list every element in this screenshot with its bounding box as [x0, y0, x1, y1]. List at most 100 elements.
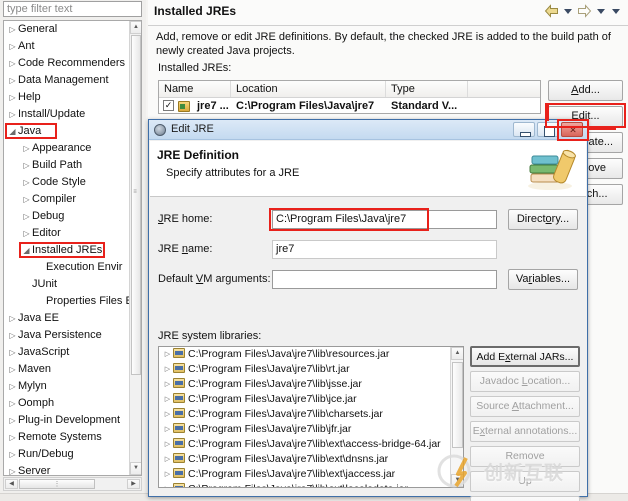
chevron-right-icon[interactable]: ▷	[7, 106, 18, 123]
jre-system-libraries-list[interactable]: ▷ C:\Program Files\Java\jre7\lib\resource…	[158, 346, 464, 488]
chevron-right-icon[interactable]: ▷	[162, 392, 173, 407]
list-item[interactable]: ▷ C:\Program Files\Java\jre7\lib\ext\loca…	[159, 482, 452, 487]
chevron-right-icon[interactable]: ▷	[162, 407, 173, 422]
sidebar-item-ant[interactable]: ▷ Ant	[4, 38, 131, 55]
chevron-right-icon[interactable]: ▷	[162, 377, 173, 392]
chevron-right-icon[interactable]: ▷	[7, 412, 18, 429]
sidebar-item-javascript[interactable]: ▷ JavaScript	[4, 344, 131, 361]
chevron-right-icon[interactable]: ▷	[7, 378, 18, 395]
sidebar-item-install-update[interactable]: ▷ Install/Update	[4, 106, 131, 123]
sidebar-item-appearance[interactable]: ▷ Appearance	[4, 140, 131, 157]
tree-horizontal-scrollbar[interactable]: ◀ ⋮ ▶	[3, 477, 142, 491]
libs-scroll-down-icon[interactable]: ▼	[451, 474, 463, 487]
sidebar-item-execution-envir[interactable]: Execution Envir	[4, 259, 131, 276]
list-item[interactable]: ▷ C:\Program Files\Java\jre7\lib\jce.jar	[159, 392, 452, 407]
jre-default-checkbox[interactable]: ✓	[163, 100, 174, 111]
chevron-right-icon[interactable]: ▷	[162, 362, 173, 377]
dialog-titlebar[interactable]: Edit JRE	[149, 120, 587, 140]
chevron-right-icon[interactable]: ▷	[7, 395, 18, 412]
sidebar-item-data-management[interactable]: ▷ Data Management	[4, 72, 131, 89]
sidebar-item-java[interactable]: ◢ Java	[4, 123, 131, 140]
list-item[interactable]: ▷ C:\Program Files\Java\jre7\lib\rt.jar	[159, 362, 452, 377]
sidebar-item-plug-in-development[interactable]: ▷ Plug-in Development	[4, 412, 131, 429]
sidebar-item-help[interactable]: ▷ Help	[4, 89, 131, 106]
libraries-scrollbar-thumb[interactable]	[452, 362, 463, 448]
add-external-jars-button[interactable]: Add External JARs...	[470, 346, 580, 367]
sidebar-item-java-persistence[interactable]: ▷ Java Persistence	[4, 327, 131, 344]
list-item[interactable]: ▷ C:\Program Files\Java\jre7\lib\charsets…	[159, 407, 452, 422]
chevron-right-icon[interactable]: ▷	[7, 72, 18, 89]
chevron-down-icon[interactable]: ◢	[7, 123, 18, 140]
forward-dropdown-icon[interactable]	[597, 8, 605, 14]
sidebar-item-maven[interactable]: ▷ Maven	[4, 361, 131, 378]
javadoc-location-button[interactable]: Javadoc Location...	[470, 371, 580, 392]
source-attachment-button[interactable]: Source Attachment...	[470, 396, 580, 417]
jre-name-input[interactable]: jre7	[272, 240, 497, 259]
back-dropdown-icon[interactable]	[564, 8, 572, 14]
chevron-down-icon[interactable]: ◢	[21, 242, 32, 259]
chevron-right-icon[interactable]: ▷	[162, 467, 173, 482]
chevron-right-icon[interactable]: ▷	[7, 55, 18, 72]
installed-jres-table[interactable]: Name Location Type ✓ jre7 ... C:\Program…	[158, 80, 541, 114]
close-icon[interactable]	[561, 122, 584, 137]
sidebar-item-run-debug[interactable]: ▷ Run/Debug	[4, 446, 131, 463]
minimize-icon[interactable]	[513, 122, 535, 137]
chevron-right-icon[interactable]: ▷	[7, 310, 18, 327]
sidebar-item-installed-jres[interactable]: ◢ Installed JREs	[4, 242, 131, 259]
chevron-right-icon[interactable]: ▷	[162, 347, 173, 362]
directory-button[interactable]: Directory...	[508, 209, 578, 230]
move-down-button[interactable]: Down	[470, 496, 580, 501]
chevron-right-icon[interactable]: ▷	[21, 225, 32, 242]
remove-library-button[interactable]: Remove	[470, 446, 580, 467]
view-menu-icon[interactable]	[612, 8, 620, 14]
list-item[interactable]: ▷ C:\Program Files\Java\jre7\lib\jsse.jar	[159, 377, 452, 392]
sidebar-item-debug[interactable]: ▷ Debug	[4, 208, 131, 225]
chevron-right-icon[interactable]: ▷	[162, 437, 173, 452]
chevron-right-icon[interactable]: ▷	[162, 452, 173, 467]
sidebar-item-compiler[interactable]: ▷ Compiler	[4, 191, 131, 208]
chevron-right-icon[interactable]: ▷	[7, 327, 18, 344]
list-item[interactable]: ▷ C:\Program Files\Java\jre7\lib\jfr.jar	[159, 422, 452, 437]
forward-arrow-icon[interactable]	[577, 4, 592, 18]
sidebar-item-code-style[interactable]: ▷ Code Style	[4, 174, 131, 191]
sidebar-item-mylyn[interactable]: ▷ Mylyn	[4, 378, 131, 395]
scroll-left-icon[interactable]: ◀	[5, 479, 18, 489]
libs-scroll-up-icon[interactable]: ▲	[451, 347, 463, 360]
chevron-right-icon[interactable]: ▷	[7, 429, 18, 446]
sidebar-item-editor[interactable]: ▷ Editor	[4, 225, 131, 242]
vm-arguments-input[interactable]	[272, 270, 497, 289]
chevron-right-icon[interactable]: ▷	[21, 174, 32, 191]
external-annotations-button[interactable]: External annotations...	[470, 421, 580, 442]
preferences-tree[interactable]: ▷ General ▷ Ant ▷ Code Recommenders ▷ Data Mana…	[3, 20, 142, 476]
chevron-right-icon[interactable]: ▷	[7, 446, 18, 463]
chevron-right-icon[interactable]: ▷	[7, 344, 18, 361]
filter-input[interactable]: type filter text	[3, 1, 142, 17]
chevron-right-icon[interactable]: ▷	[7, 463, 18, 475]
column-header-location[interactable]: Location	[231, 81, 386, 97]
tree-scrollbar-thumb[interactable]	[131, 35, 141, 375]
chevron-right-icon[interactable]: ▷	[162, 422, 173, 437]
sidebar-item-code-recommenders[interactable]: ▷ Code Recommenders	[4, 55, 131, 72]
chevron-right-icon[interactable]: ▷	[7, 89, 18, 106]
tree-vertical-scrollbar[interactable]: ▲ ≡ ▼	[129, 21, 141, 475]
chevron-right-icon[interactable]: ▷	[21, 191, 32, 208]
column-header-type[interactable]: Type	[386, 81, 468, 97]
sidebar-item-build-path[interactable]: ▷ Build Path	[4, 157, 131, 174]
jre-home-input[interactable]: C:\Program Files\Java\jre7	[272, 210, 497, 229]
column-header-name[interactable]: Name	[159, 81, 231, 97]
chevron-right-icon[interactable]: ▷	[21, 208, 32, 225]
add-button[interactable]: Add...	[548, 80, 623, 101]
chevron-right-icon[interactable]: ▷	[21, 157, 32, 174]
list-item[interactable]: ▷ C:\Program Files\Java\jre7\lib\resource…	[159, 347, 452, 362]
scroll-up-icon[interactable]: ▲	[130, 21, 141, 34]
column-header-blank[interactable]	[468, 81, 540, 97]
sidebar-item-general[interactable]: ▷ General	[4, 21, 131, 38]
scroll-down-icon[interactable]: ▼	[130, 462, 141, 475]
sidebar-item-server[interactable]: ▷ Server	[4, 463, 131, 475]
sidebar-item-properties-files-ed[interactable]: Properties Files Ed	[4, 293, 131, 310]
list-item[interactable]: ▷ C:\Program Files\Java\jre7\lib\ext\jacc…	[159, 467, 452, 482]
maximize-icon[interactable]	[537, 122, 559, 137]
list-item[interactable]: ▷ C:\Program Files\Java\jre7\lib\ext\acce…	[159, 437, 452, 452]
chevron-right-icon[interactable]: ▷	[162, 482, 173, 487]
sidebar-item-oomph[interactable]: ▷ Oomph	[4, 395, 131, 412]
